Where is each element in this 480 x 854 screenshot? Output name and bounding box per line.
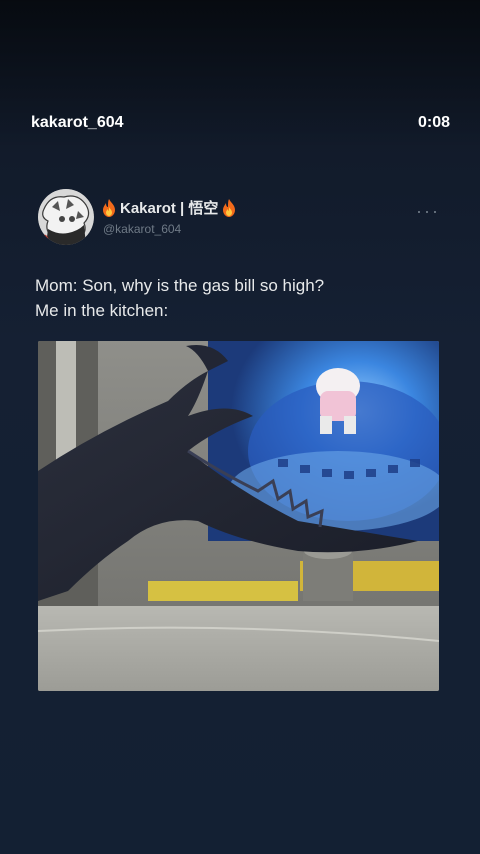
- display-name: Kakarot | 悟空: [120, 200, 219, 217]
- more-options-icon[interactable]: ···: [416, 201, 440, 222]
- fire-icon: [223, 198, 236, 217]
- tweet-media-image[interactable]: [38, 341, 439, 691]
- tweet-text-line: Mom: Son, why is the gas bill so high?: [35, 276, 325, 295]
- avatar[interactable]: [38, 189, 94, 245]
- video-screen[interactable]: kakarot_604 0:08 Kakarot | 悟空 @kakarot_6…: [0, 0, 480, 854]
- display-name-row[interactable]: Kakarot | 悟空: [102, 197, 236, 218]
- tweet-text-line: Me in the kitchen:: [35, 301, 169, 320]
- fire-icon: [103, 198, 115, 217]
- video-timer: 0:08: [417, 114, 450, 131]
- tweet-text: Mom: Son, why is the gas bill so high? M…: [35, 273, 324, 323]
- user-handle: @kakarot_604: [103, 222, 182, 236]
- username[interactable]: kakarot_604: [31, 114, 124, 132]
